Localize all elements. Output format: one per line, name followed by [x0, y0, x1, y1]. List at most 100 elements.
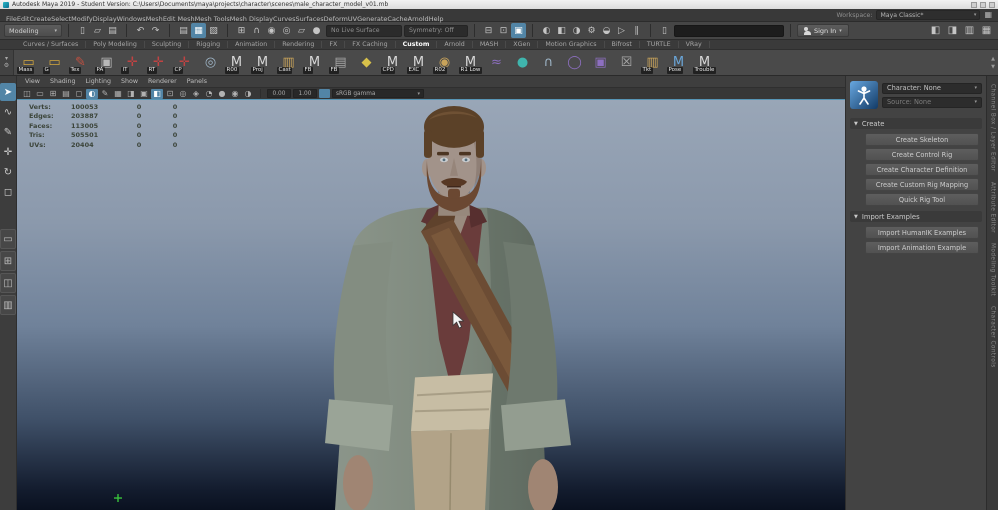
snap-to-view-planes-icon[interactable]: ▱: [294, 23, 309, 38]
tool-button[interactable]: ∿: [0, 103, 16, 121]
character-controls-button[interactable]: Quick Rig Tool: [865, 193, 979, 206]
command-input[interactable]: [674, 24, 784, 37]
shelf-tab[interactable]: Bifrost: [605, 41, 640, 48]
maximize-button[interactable]: [980, 1, 986, 8]
gear-icon[interactable]: ⚙: [4, 63, 9, 69]
character-controls-button[interactable]: Create Custom Rig Mapping: [865, 178, 979, 191]
shelf-button[interactable]: M Pose: [666, 51, 691, 75]
shelf-button[interactable]: ▥ Tkt: [640, 51, 665, 75]
snap-to-points-icon[interactable]: ◉: [264, 23, 279, 38]
tool-button[interactable]: ✛: [0, 143, 16, 161]
gate-mask-icon[interactable]: ◧: [151, 88, 163, 99]
panel-menu-item[interactable]: Lighting: [86, 78, 111, 85]
launch-application-icon[interactable]: ▷: [614, 23, 629, 38]
character-selector[interactable]: Character: None ▾: [882, 82, 982, 94]
character-controls-button[interactable]: Import Animation Example: [865, 241, 979, 254]
menu-set-selector[interactable]: Modeling ▾: [4, 24, 62, 37]
menu-item[interactable]: Generate: [357, 15, 387, 23]
component-mode-icon[interactable]: ▧: [206, 23, 221, 38]
attribute-editor-icon[interactable]: ▥: [962, 23, 977, 38]
panel-menu-item[interactable]: Show: [121, 78, 138, 85]
menu-item[interactable]: Deform: [324, 15, 348, 23]
shelf-button[interactable]: M CPD: [380, 51, 405, 75]
section-header-import-examples[interactable]: ▼ Import Examples: [850, 211, 982, 222]
shelf-tab[interactable]: Arnold: [437, 41, 473, 48]
panel-layout-toggle-icon[interactable]: ▯: [657, 23, 672, 38]
character-controls-button[interactable]: Create Skeleton: [865, 133, 979, 146]
menu-item[interactable]: Display: [93, 15, 117, 23]
menu-item[interactable]: Mesh Display: [230, 15, 273, 23]
shelf-button[interactable]: ▤ FB: [328, 51, 353, 75]
shelf-button[interactable]: ▥ Cast: [276, 51, 301, 75]
shelf-tab[interactable]: Curves / Surfaces: [16, 41, 87, 48]
menu-item[interactable]: Curves: [273, 15, 296, 23]
safe-title-icon[interactable]: ◈: [190, 89, 202, 99]
tool-button[interactable]: ↻: [0, 163, 16, 181]
gamma-field[interactable]: 1.00: [293, 89, 317, 98]
render-current-frame-icon[interactable]: ◧: [554, 23, 569, 38]
shelf-tab[interactable]: VRay: [679, 41, 710, 48]
grid-icon[interactable]: ▦: [112, 89, 124, 99]
snap-to-projected-center-icon[interactable]: ◎: [279, 23, 294, 38]
shelf-button[interactable]: ◉ R02: [432, 51, 457, 75]
select-camera-icon[interactable]: ◫: [21, 89, 33, 99]
shelf-tab[interactable]: Motion Graphics: [538, 41, 605, 48]
menu-item[interactable]: Create: [29, 15, 51, 23]
shelf-scroll-up-icon[interactable]: ▲: [991, 56, 995, 62]
menu-item[interactable]: UV: [348, 15, 357, 23]
shelf-button[interactable]: ◎: [198, 51, 223, 75]
shelf-tab[interactable]: FX: [322, 41, 346, 48]
save-scene-icon[interactable]: ▤: [105, 23, 120, 38]
sign-in-button[interactable]: Sign In ▾: [797, 24, 849, 37]
shelf-tab[interactable]: FX Caching: [345, 41, 396, 48]
sidebar-vertical-tab[interactable]: Modeling Toolkit: [990, 243, 996, 296]
bookmarks-icon[interactable]: ▤: [60, 89, 72, 99]
wireframe-icon[interactable]: ◔: [203, 89, 215, 99]
symmetry-field[interactable]: Symmetry: Off: [404, 24, 468, 37]
shelf-button[interactable]: ◆: [354, 51, 379, 75]
lights-icon[interactable]: ◑: [242, 89, 254, 99]
shelf-button[interactable]: ✛ CP: [172, 51, 197, 75]
shelf-button[interactable]: ◯: [562, 51, 587, 75]
shelf-button[interactable]: ▭ Mass: [16, 51, 41, 75]
menu-item[interactable]: Edit: [17, 15, 30, 23]
shelf-tab[interactable]: Animation: [228, 41, 276, 48]
menu-item[interactable]: Windows: [117, 15, 146, 23]
safe-action-icon[interactable]: ◎: [177, 89, 189, 99]
redo-icon[interactable]: ↷: [148, 23, 163, 38]
shelf-button[interactable]: ✎ Tex: [68, 51, 93, 75]
panel-menu-item[interactable]: Panels: [187, 78, 207, 85]
menu-item[interactable]: File: [6, 15, 17, 23]
shelf-tab[interactable]: MASH: [473, 41, 507, 48]
shelf-scroll-down-icon[interactable]: ▼: [991, 64, 995, 70]
pan-zoom-icon[interactable]: ◐: [86, 88, 98, 99]
image-plane-icon[interactable]: ◻: [73, 89, 85, 99]
menu-item[interactable]: Cache: [387, 15, 407, 23]
menu-item[interactable]: Edit Mesh: [163, 15, 195, 23]
shelf-button[interactable]: ✛ IT: [120, 51, 145, 75]
character-controls-icon[interactable]: ◨: [945, 23, 960, 38]
menu-item[interactable]: Mesh Tools: [195, 15, 230, 23]
object-mode-icon[interactable]: ▦: [191, 23, 206, 38]
workspace-options-icon[interactable]: ▦: [984, 11, 992, 19]
panel-menu-item[interactable]: View: [25, 78, 40, 85]
close-button[interactable]: [989, 1, 995, 8]
shelf-button[interactable]: ✛ RT: [146, 51, 171, 75]
shelf-tab[interactable]: Rendering: [275, 41, 323, 48]
hypershade-icon[interactable]: ◒: [599, 23, 614, 38]
grease-pencil-icon[interactable]: ✎: [99, 89, 111, 99]
shelf-button[interactable]: ▣: [588, 51, 613, 75]
ipr-render-icon[interactable]: ◑: [569, 23, 584, 38]
color-management-icon[interactable]: [319, 89, 330, 98]
sidebar-vertical-tab[interactable]: Channel Box / Layer Editor: [990, 84, 996, 172]
tool-button[interactable]: ✎: [0, 123, 16, 141]
construction-history-icon[interactable]: ▣: [511, 23, 526, 38]
inputs-to-selected-icon[interactable]: ⊟: [481, 23, 496, 38]
menu-item[interactable]: Help: [429, 15, 444, 23]
menu-item[interactable]: Mesh: [146, 15, 163, 23]
layout-button[interactable]: ⊞: [0, 251, 16, 271]
shaded-icon[interactable]: ●: [216, 89, 228, 99]
shelf-button[interactable]: ∩: [536, 51, 561, 75]
character-controls-button[interactable]: Create Character Definition: [865, 163, 979, 176]
exposure-field[interactable]: 0.00: [267, 89, 291, 98]
